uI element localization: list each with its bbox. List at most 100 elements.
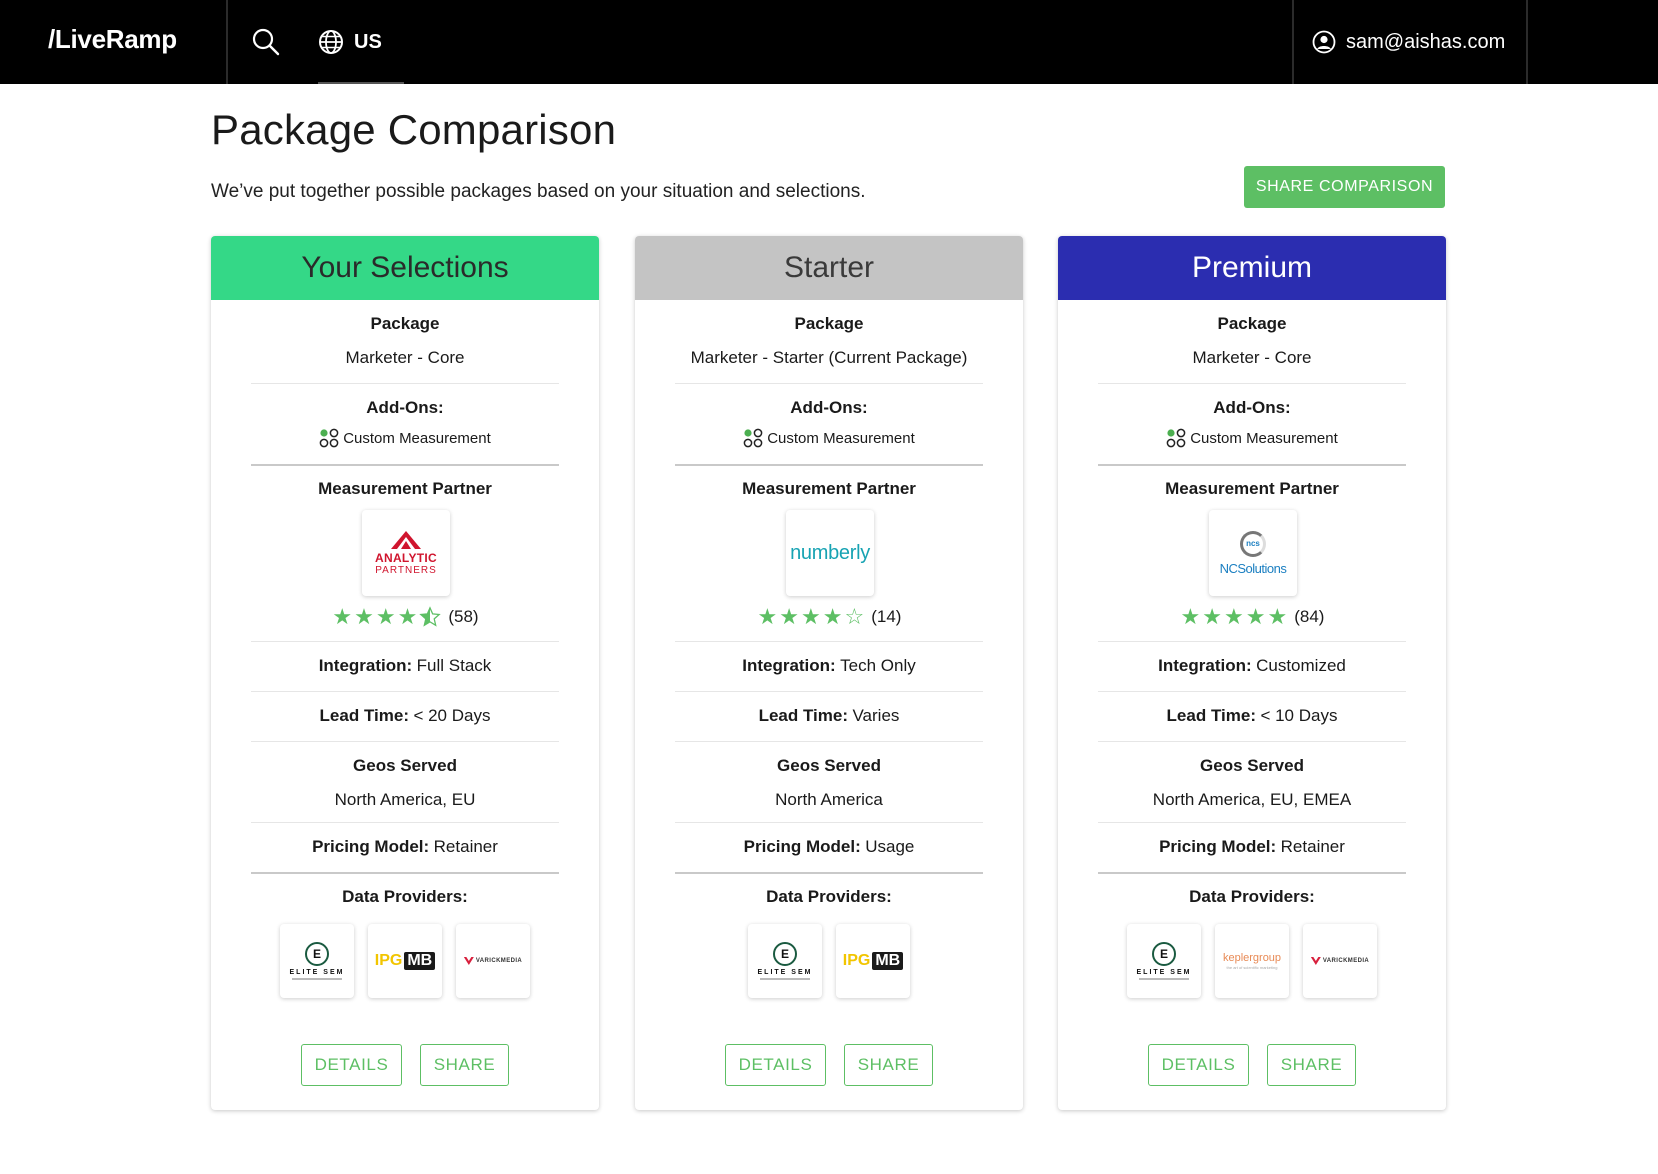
- section-divider: [675, 691, 983, 692]
- star-full-icon: ★: [801, 604, 821, 629]
- share-comparison-button[interactable]: SHARE COMPARISON: [1244, 166, 1445, 208]
- integration-row: Integration: Full Stack: [251, 656, 559, 676]
- rating-stars: ★ ★ ★ ★ ☆: [757, 606, 866, 628]
- star-full-icon: ★: [397, 604, 418, 629]
- varick-media-mark: [1310, 957, 1321, 965]
- star-half-icon: [419, 606, 442, 628]
- custom-measurement-icon: [319, 428, 339, 448]
- geos-section: Geos Served North America, EU: [251, 756, 559, 810]
- numberly-logo: numberly: [790, 541, 870, 564]
- elite-sem-tagline: [1138, 978, 1189, 980]
- details-button[interactable]: DETAILS: [725, 1044, 826, 1086]
- elite-sem-tagline: [759, 978, 810, 980]
- section-divider: [251, 822, 559, 823]
- varick-media-text: VARICKMEDIA: [475, 958, 523, 964]
- section-divider: [675, 872, 983, 874]
- elite-sem-mark: E ELITE SEM: [1137, 942, 1192, 980]
- lead-time-label: Lead Time:: [758, 706, 849, 725]
- rating-count: (14): [871, 607, 902, 626]
- addons-label: Add-Ons:: [1213, 398, 1291, 417]
- lead-time-value: < 20 Days: [413, 706, 491, 725]
- user-menu[interactable]: sam@aishas.com: [1312, 26, 1505, 58]
- data-providers-section: Data Providers:: [1098, 887, 1406, 907]
- details-button[interactable]: DETAILS: [301, 1044, 402, 1086]
- custom-measurement-icon: [1166, 428, 1186, 448]
- integration-label: Integration:: [1158, 656, 1252, 675]
- data-providers-label: Data Providers:: [766, 887, 892, 906]
- pricing-value: Usage: [865, 837, 915, 856]
- data-providers-list: E ELITE SEM IPG MB: [675, 924, 983, 998]
- region-selector[interactable]: US: [318, 26, 382, 58]
- addon-item: Custom Measurement: [675, 428, 983, 448]
- package-section: Package Marketer - Starter (Current Pack…: [675, 314, 983, 368]
- section-divider: [675, 641, 983, 642]
- nav-divider: [1526, 0, 1528, 84]
- measurement-partner-logo[interactable]: ANALYTIC PARTNERS: [362, 510, 450, 596]
- details-button[interactable]: DETAILS: [1148, 1044, 1249, 1086]
- page-title: Package Comparison: [211, 106, 617, 153]
- kepler-group-wordmark: keplergroup the art of scientific marketi…: [1223, 952, 1281, 970]
- addon-label: Custom Measurement: [767, 429, 915, 447]
- integration-label: Integration:: [318, 656, 413, 675]
- star-full-icon: ★: [1245, 604, 1266, 629]
- analytic-partners-line1: ANALYTIC: [375, 550, 437, 565]
- kepler-group-logo[interactable]: keplergroup the art of scientific marketi…: [1215, 924, 1289, 998]
- user-circle-icon: [1312, 30, 1336, 54]
- measurement-partner-label: Measurement Partner: [1165, 479, 1339, 498]
- liveramp-logo[interactable]: /LiveRamp: [48, 24, 177, 55]
- ipg-mb-logo[interactable]: IPG MB: [368, 924, 442, 998]
- geos-label: Geos Served: [1200, 756, 1304, 775]
- rating-stars: ★ ★ ★ ★: [331, 606, 442, 628]
- partner-rating: ★ ★ ★ ★ ★ (84): [1098, 606, 1406, 628]
- star-full-icon: ★: [1267, 604, 1288, 629]
- ipg-mb-wordmark: IPG MB: [374, 952, 436, 970]
- geos-label: Geos Served: [353, 756, 457, 775]
- analytic-partners-line2: PARTNERS: [375, 564, 437, 576]
- package-label: Package: [794, 314, 864, 333]
- integration-label: Integration:: [742, 656, 836, 675]
- varick-media-logo[interactable]: VARICKMEDIA: [1303, 924, 1377, 998]
- section-divider: [675, 741, 983, 742]
- star-full-icon: ★: [332, 604, 353, 629]
- elite-sem-logo[interactable]: E ELITE SEM: [280, 924, 354, 998]
- pricing-value: Retainer: [1280, 837, 1345, 856]
- analytic-partners-mark: [391, 530, 421, 549]
- star-full-icon: ★: [375, 604, 396, 629]
- card-title: Starter: [635, 236, 1023, 300]
- ipg-mb-logo[interactable]: IPG MB: [836, 924, 910, 998]
- ipg-text: IPG: [842, 952, 871, 969]
- data-providers-list: E ELITE SEM IPG MB VARICKMEDIA: [251, 924, 559, 998]
- data-providers-list: E ELITE SEM keplergroup the art of scientif…: [1098, 924, 1406, 998]
- varick-media-logo[interactable]: VARICKMEDIA: [456, 924, 530, 998]
- star-full-icon: ★: [779, 604, 800, 629]
- pricing-label: Pricing Model:: [1159, 837, 1277, 856]
- addon-label: Custom Measurement: [343, 429, 491, 447]
- varick-media-mark: [463, 957, 474, 965]
- addon-label: Custom Measurement: [1190, 429, 1338, 447]
- elite-sem-logo[interactable]: E ELITE SEM: [1127, 924, 1201, 998]
- measurement-partner-section: Measurement Partner: [1098, 479, 1406, 499]
- share-button[interactable]: SHARE: [1267, 1044, 1356, 1086]
- measurement-partner-logo[interactable]: numberly: [786, 510, 874, 596]
- addons-label: Add-Ons:: [366, 398, 444, 417]
- elite-sem-logo[interactable]: E ELITE SEM: [748, 924, 822, 998]
- elite-sem-circle: E: [1151, 942, 1176, 966]
- integration-value: Customized: [1256, 656, 1346, 675]
- analytic-partners-logo: ANALYTIC PARTNERS: [375, 530, 437, 576]
- addons-section: Add-Ons: Custom Measurement: [675, 398, 983, 448]
- geos-section: Geos Served North America, EU, EMEA: [1098, 756, 1406, 810]
- package-card-starter: Starter Package Marketer - Starter (Curr…: [635, 236, 1023, 1110]
- star-full-icon: ★: [757, 604, 778, 629]
- section-divider: [251, 641, 559, 642]
- ipg-text: IPG: [374, 952, 403, 969]
- section-divider: [251, 383, 559, 384]
- section-divider: [1098, 741, 1406, 742]
- share-button[interactable]: SHARE: [844, 1044, 933, 1086]
- lead-time-value: < 10 Days: [1260, 706, 1338, 725]
- section-divider: [1098, 641, 1406, 642]
- measurement-partner-logo[interactable]: ncs NCSolutions: [1209, 510, 1297, 596]
- card-title: Your Selections: [211, 236, 599, 300]
- share-button[interactable]: SHARE: [420, 1044, 509, 1086]
- region-underline: [318, 82, 404, 84]
- search-button[interactable]: [250, 26, 282, 58]
